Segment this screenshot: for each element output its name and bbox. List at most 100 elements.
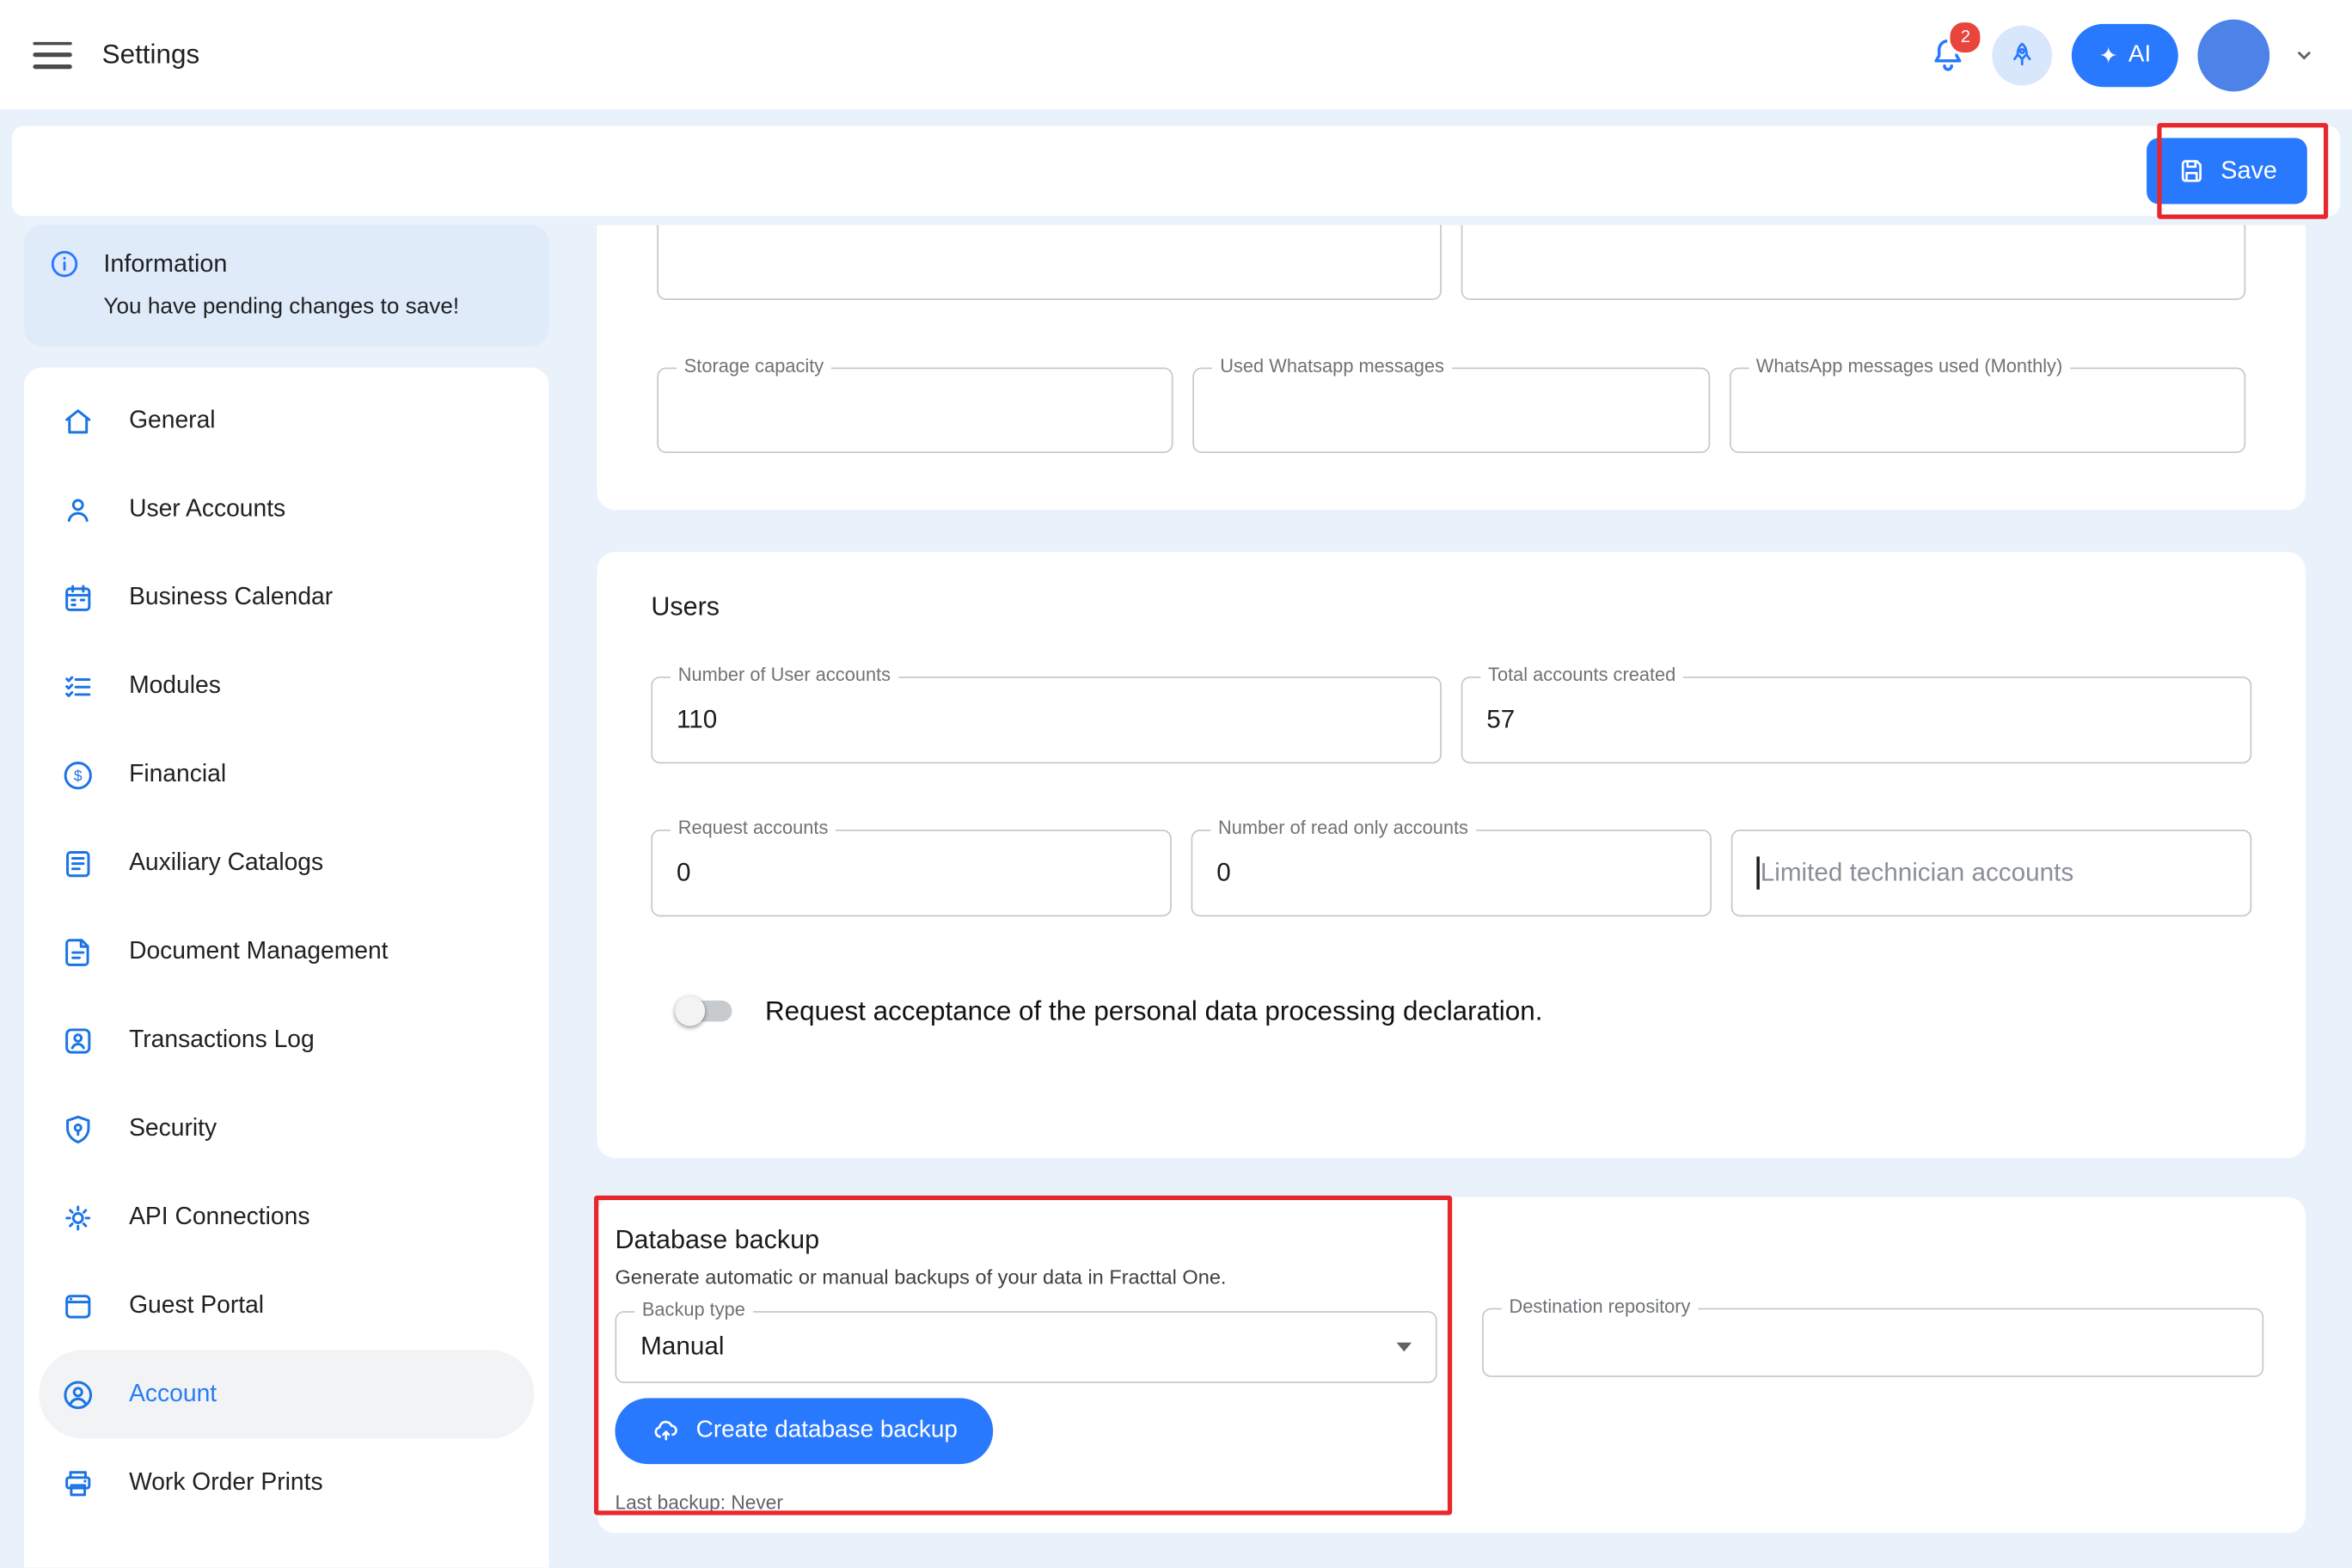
last-backup-status: Last backup: Never: [615, 1491, 1436, 1514]
sidebar-item-label: Account: [129, 1380, 217, 1408]
users-title: Users: [651, 591, 2251, 623]
rocket-button[interactable]: [1993, 25, 2053, 85]
sidebar-item-label: General: [129, 407, 216, 435]
backup-type-select[interactable]: Backup type Manual: [615, 1311, 1436, 1383]
number-of-user-accounts-field[interactable]: Number of User accounts 110: [651, 677, 1442, 763]
sidebar-item-account[interactable]: Account: [39, 1351, 534, 1439]
sidebar-item-label: Business Calendar: [129, 584, 333, 612]
toggle-label: Request acceptance of the personal data …: [765, 995, 1543, 1027]
avatar[interactable]: [2197, 19, 2269, 91]
sidebar-item-label: Auxiliary Catalogs: [129, 849, 323, 878]
log-icon: [60, 1022, 96, 1058]
field-label: WhatsApp messages used (Monthly): [1749, 356, 2070, 377]
sidebar-item-security[interactable]: Security: [24, 1085, 549, 1173]
settings-sidebar: Information You have pending changes to …: [24, 225, 549, 1568]
backup-title: Database backup: [615, 1224, 1436, 1256]
cropped-field[interactable]: [1461, 225, 2246, 300]
sidebar-item-auxiliary-catalogs[interactable]: Auxiliary Catalogs: [24, 819, 549, 908]
sidebar-item-label: Modules: [129, 672, 221, 701]
users-card: Users Number of User accounts 110 Total …: [597, 552, 2306, 1158]
field-label: Used Whatsapp messages: [1213, 356, 1452, 377]
printer-icon: [60, 1465, 96, 1501]
document-icon: [60, 934, 96, 970]
storage-capacity-field[interactable]: Storage capacity: [657, 368, 1173, 453]
create-database-backup-button[interactable]: Create database backup: [615, 1398, 993, 1464]
sidebar-item-business-calendar[interactable]: Business Calendar: [24, 554, 549, 642]
sidebar-item-label: Guest Portal: [129, 1291, 264, 1320]
sidebar-item-label: Security: [129, 1115, 217, 1143]
sidebar-item-label: User Accounts: [129, 495, 285, 524]
sidebar-item-label: Work Order Prints: [129, 1468, 323, 1497]
header-actions: 2 ✦ AI: [1922, 19, 2319, 91]
field-value: 110: [677, 705, 717, 735]
sidebar-item-label: Transactions Log: [129, 1026, 315, 1055]
field-label: Destination repository: [1502, 1296, 1698, 1317]
field-value: 0: [1216, 858, 1231, 888]
top-header: Settings 2: [0, 0, 2352, 109]
sidebar-item-document-management[interactable]: Document Management: [24, 908, 549, 996]
info-icon: [48, 248, 81, 280]
portal-icon: [60, 1288, 96, 1324]
field-value: 0: [677, 858, 691, 888]
field-label: Request accounts: [671, 818, 836, 838]
home-icon: [60, 403, 96, 439]
sidebar-item-transactions-log[interactable]: Transactions Log: [24, 996, 549, 1085]
pending-changes-message: You have pending changes to save!: [103, 294, 524, 320]
shield-icon: [60, 1111, 96, 1147]
read-only-accounts-field[interactable]: Number of read only accounts 0: [1191, 830, 1712, 916]
menu-icon[interactable]: [33, 41, 71, 68]
sidebar-item-general[interactable]: General: [24, 377, 549, 465]
request-accounts-field[interactable]: Request accounts 0: [651, 830, 1172, 916]
personal-data-declaration-toggle[interactable]: [675, 995, 738, 1027]
limited-technician-accounts-field[interactable]: Limited technician accounts: [1731, 830, 2252, 916]
sparkle-icon: ✦: [2099, 41, 2118, 68]
field-placeholder: Limited technician accounts: [1756, 856, 2073, 889]
settings-main: Storage capacity Used Whatsapp messages …: [597, 225, 2306, 1534]
account-icon: [60, 1376, 96, 1412]
ai-assistant-button[interactable]: ✦ AI: [2072, 23, 2177, 86]
destination-repository-field[interactable]: Destination repository: [1482, 1308, 2263, 1377]
whatsapp-monthly-field[interactable]: WhatsApp messages used (Monthly): [1729, 368, 2245, 453]
notifications-button[interactable]: 2: [1922, 29, 1973, 80]
field-label: Number of User accounts: [671, 665, 898, 685]
cropped-field[interactable]: [657, 225, 1442, 300]
field-label: Number of read only accounts: [1210, 818, 1475, 838]
dollar-circle-icon: $: [60, 756, 96, 793]
chevron-down-icon[interactable]: [2289, 40, 2319, 70]
page-title: Settings: [102, 39, 200, 70]
gear-icon: [60, 1199, 96, 1235]
calendar-icon: [60, 579, 96, 616]
sidebar-item-work-order-prints[interactable]: Work Order Prints: [24, 1438, 549, 1527]
save-button[interactable]: Save: [2147, 138, 2307, 205]
rocket-icon: [2006, 38, 2039, 70]
info-title: Information: [103, 250, 227, 279]
cloud-backup-icon: [651, 1416, 681, 1446]
sidebar-item-guest-portal[interactable]: Guest Portal: [24, 1262, 549, 1351]
catalog-icon: [60, 845, 96, 881]
sidebar-item-api-connections[interactable]: API Connections: [24, 1173, 549, 1262]
checklist-icon: [60, 668, 96, 704]
sidebar-item-label: Document Management: [129, 938, 388, 966]
used-whatsapp-messages-field[interactable]: Used Whatsapp messages: [1193, 368, 1710, 453]
sidebar-item-financial[interactable]: $ Financial: [24, 731, 549, 819]
settings-page: Settings 2: [0, 0, 2352, 1568]
field-label: Total accounts created: [1480, 665, 1683, 685]
notification-badge: 2: [1948, 19, 1984, 55]
sidebar-item-label: Financial: [129, 761, 226, 789]
sidebar-item-user-accounts[interactable]: User Accounts: [24, 465, 549, 554]
field-value: 57: [1486, 705, 1515, 735]
total-accounts-created-field[interactable]: Total accounts created 57: [1461, 677, 2252, 763]
selected-value: Manual: [640, 1332, 724, 1363]
save-toolbar: Save: [12, 126, 2340, 217]
field-label: Backup type: [634, 1299, 753, 1320]
sidebar-item-label: API Connections: [129, 1203, 309, 1231]
sidebar-item-modules[interactable]: Modules: [24, 642, 549, 731]
cropped-fields-row: [657, 225, 2245, 300]
svg-text:$: $: [74, 767, 83, 784]
settings-nav: General User Accounts Business Calendar: [24, 368, 549, 1568]
save-icon: [2177, 156, 2208, 186]
database-backup-card: Database backup Generate automatic or ma…: [597, 1197, 2306, 1534]
dropdown-arrow-icon: [1397, 1343, 1412, 1351]
text-cursor: [1756, 856, 1759, 889]
plan-capacity-card: Storage capacity Used Whatsapp messages …: [597, 225, 2306, 511]
